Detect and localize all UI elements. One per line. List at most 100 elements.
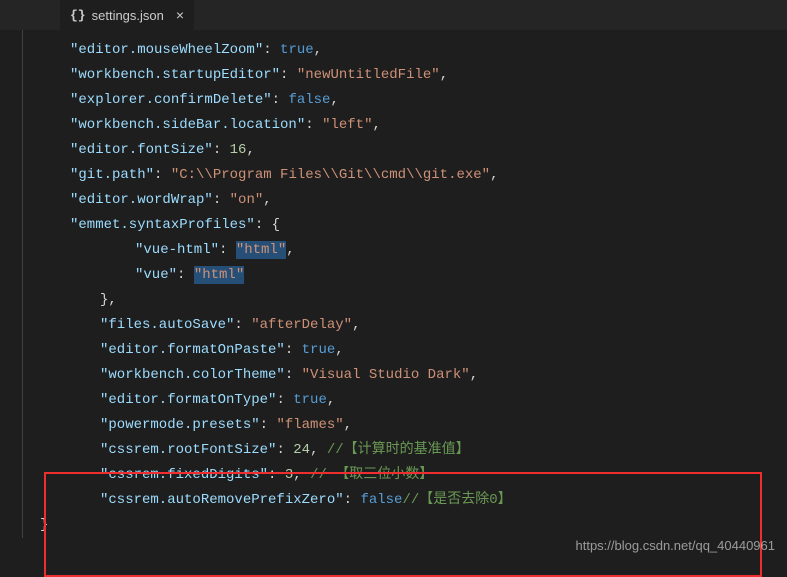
- code-content[interactable]: "editor.mouseWheelZoom": true,"workbench…: [0, 38, 787, 538]
- token-key: "cssrem.rootFontSize": [100, 442, 276, 458]
- code-line[interactable]: "git.path": "C:\\Program Files\\Git\\cmd…: [40, 163, 787, 188]
- token-key: "files.autoSave": [100, 317, 234, 333]
- token-punc: :: [154, 167, 171, 183]
- code-line[interactable]: "explorer.confirmDelete": false,: [40, 88, 787, 113]
- code-line[interactable]: "emmet.syntaxProfiles": {: [40, 213, 787, 238]
- token-key: "emmet.syntaxProfiles": [70, 217, 255, 233]
- code-line[interactable]: "editor.fontSize": 16,: [40, 138, 787, 163]
- token-punc: : {: [255, 217, 280, 233]
- token-str: "left": [322, 117, 372, 133]
- code-line[interactable]: "editor.mouseWheelZoom": true,: [40, 38, 787, 63]
- indent-guide: [22, 30, 34, 538]
- token-punc: ,: [314, 42, 322, 58]
- token-key: "explorer.confirmDelete": [70, 92, 272, 108]
- tab-bar: {} settings.json ×: [0, 0, 787, 30]
- tab-filename: settings.json: [92, 8, 164, 23]
- token-punc: ,: [490, 167, 498, 183]
- token-key: "editor.wordWrap": [70, 192, 213, 208]
- token-key: "workbench.sideBar.location": [70, 117, 305, 133]
- tab-settings-json[interactable]: {} settings.json ×: [60, 0, 194, 30]
- token-str: "on": [230, 192, 264, 208]
- code-line[interactable]: "workbench.sideBar.location": "left",: [40, 113, 787, 138]
- token-str: "afterDelay": [251, 317, 352, 333]
- token-punc: :: [263, 42, 280, 58]
- token-punc: :: [260, 417, 277, 433]
- token-str-hl: "html": [236, 241, 286, 259]
- token-key: "git.path": [70, 167, 154, 183]
- token-punc: :: [280, 67, 297, 83]
- code-line[interactable]: "files.autoSave": "afterDelay",: [40, 313, 787, 338]
- token-punc: :: [177, 267, 194, 283]
- code-line[interactable]: "cssrem.fixedDigits": 3, // 【取三位小数】: [40, 463, 787, 488]
- token-comment: // 【取三位小数】: [310, 467, 433, 483]
- token-punc: ,: [327, 392, 335, 408]
- code-line[interactable]: "cssrem.autoRemovePrefixZero": false//【是…: [40, 488, 787, 513]
- token-punc: :: [213, 192, 230, 208]
- token-key: "powermode.presets": [100, 417, 260, 433]
- code-line[interactable]: }: [40, 513, 787, 538]
- token-bool: true: [280, 42, 314, 58]
- code-line[interactable]: "cssrem.rootFontSize": 24, //【计算时的基准值】: [40, 438, 787, 463]
- token-punc: ,: [286, 242, 294, 258]
- token-punc: :: [276, 392, 293, 408]
- token-num: 16: [230, 142, 247, 158]
- token-key: "cssrem.autoRemovePrefixZero": [100, 492, 344, 508]
- token-punc: :: [305, 117, 322, 133]
- token-key: "editor.mouseWheelZoom": [70, 42, 263, 58]
- token-punc: },: [100, 292, 117, 308]
- json-file-icon: {}: [70, 8, 86, 23]
- token-str: "flames": [276, 417, 343, 433]
- watermark: https://blog.csdn.net/qq_40440961: [576, 538, 776, 553]
- token-punc: :: [234, 317, 251, 333]
- token-punc: ,: [246, 142, 254, 158]
- token-punc: :: [276, 442, 293, 458]
- token-key: "editor.fontSize": [70, 142, 213, 158]
- token-punc: :: [213, 142, 230, 158]
- token-comment: //【是否去除0】: [402, 492, 511, 508]
- token-key: "vue-html": [135, 242, 219, 258]
- token-str: "C:\\Program Files\\Git\\cmd\\git.exe": [171, 167, 490, 183]
- token-punc: ,: [344, 417, 352, 433]
- token-punc: ,: [352, 317, 360, 333]
- token-bool: true: [293, 392, 327, 408]
- token-bool: true: [302, 342, 336, 358]
- token-punc: :: [268, 467, 285, 483]
- token-num: 3: [285, 467, 293, 483]
- code-line[interactable]: "workbench.startupEditor": "newUntitledF…: [40, 63, 787, 88]
- token-punc: :: [285, 367, 302, 383]
- token-punc: :: [272, 92, 289, 108]
- token-key: "vue": [135, 267, 177, 283]
- code-line[interactable]: "workbench.colorTheme": "Visual Studio D…: [40, 363, 787, 388]
- code-line[interactable]: "vue-html": "html",: [40, 238, 787, 263]
- token-punc: ,: [335, 342, 343, 358]
- code-line[interactable]: "powermode.presets": "flames",: [40, 413, 787, 438]
- token-punc: ,: [470, 367, 478, 383]
- token-punc: ,: [293, 467, 310, 483]
- code-line[interactable]: },: [40, 288, 787, 313]
- token-str-hl: "html": [194, 266, 244, 284]
- token-punc: ,: [330, 92, 338, 108]
- gutter: [0, 30, 20, 538]
- code-line[interactable]: "editor.formatOnType": true,: [40, 388, 787, 413]
- token-bool: false: [360, 492, 402, 508]
- token-punc: ,: [372, 117, 380, 133]
- token-punc: ,: [263, 192, 271, 208]
- token-punc: ,: [310, 442, 327, 458]
- token-key: "editor.formatOnType": [100, 392, 276, 408]
- token-key: "workbench.startupEditor": [70, 67, 280, 83]
- token-punc: :: [344, 492, 361, 508]
- token-comment: //【计算时的基准值】: [327, 442, 470, 458]
- token-bool: false: [288, 92, 330, 108]
- code-line[interactable]: "editor.wordWrap": "on",: [40, 188, 787, 213]
- token-punc: :: [285, 342, 302, 358]
- token-key: "editor.formatOnPaste": [100, 342, 285, 358]
- token-str: "Visual Studio Dark": [302, 367, 470, 383]
- code-line[interactable]: "editor.formatOnPaste": true,: [40, 338, 787, 363]
- token-num: 24: [293, 442, 310, 458]
- editor-area[interactable]: "editor.mouseWheelZoom": true,"workbench…: [0, 30, 787, 538]
- close-icon[interactable]: ×: [176, 7, 184, 23]
- code-line[interactable]: "vue": "html": [40, 263, 787, 288]
- token-punc: :: [219, 242, 236, 258]
- token-punc: ,: [440, 67, 448, 83]
- token-str: "newUntitledFile": [297, 67, 440, 83]
